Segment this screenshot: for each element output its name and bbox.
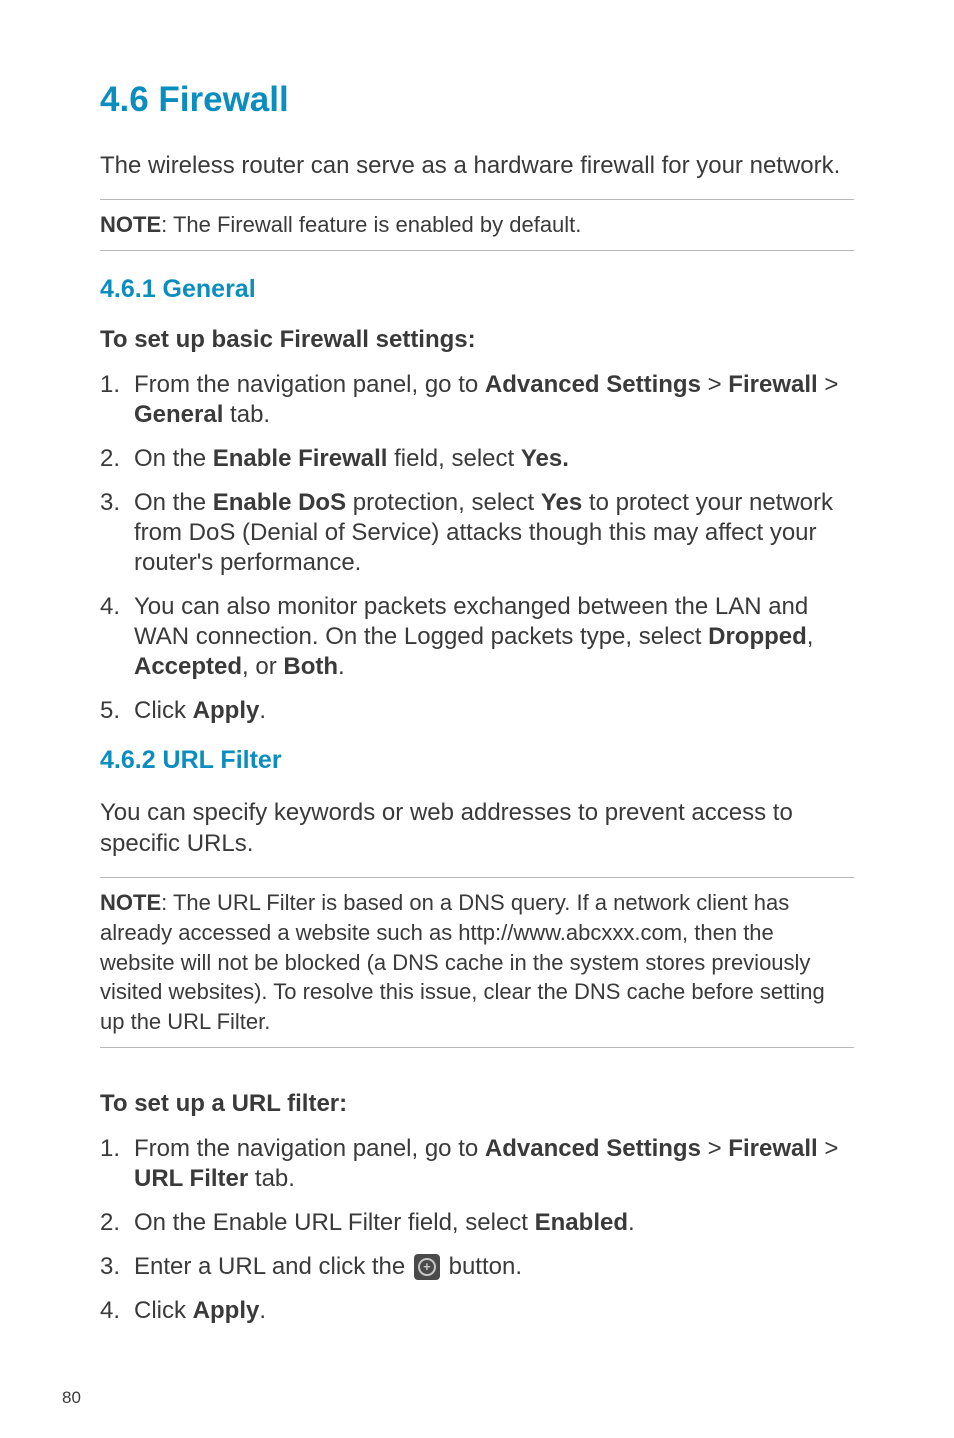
- text: .: [338, 653, 345, 680]
- bold-text: Yes.: [521, 445, 569, 472]
- text: .: [628, 1209, 635, 1236]
- step-4: You can also monitor packets exchanged b…: [100, 592, 854, 682]
- text: .: [259, 1297, 266, 1324]
- note-text: : The Firewall feature is enabled by def…: [161, 212, 581, 237]
- bold-text: Enable Firewall: [213, 445, 388, 472]
- bold-text: Enable DoS: [213, 489, 346, 516]
- text: On the Enable URL Filter field, select: [134, 1209, 535, 1236]
- text: From the navigation panel, go to: [134, 1135, 485, 1162]
- text: , or: [242, 653, 283, 680]
- bold-text: Apply: [193, 697, 260, 724]
- step-3: On the Enable DoS protection, select Yes…: [100, 488, 854, 578]
- text: On the: [134, 489, 213, 516]
- note-label: NOTE: [100, 890, 161, 915]
- text: tab.: [223, 401, 270, 428]
- bold-text: Both: [283, 653, 338, 680]
- note-label: NOTE: [100, 212, 161, 237]
- step-1: From the navigation panel, go to Advance…: [100, 370, 854, 430]
- section-title: 4.6 Firewall: [100, 80, 854, 120]
- step-4: Click Apply.: [100, 1296, 854, 1326]
- bold-text: Firewall: [728, 371, 817, 398]
- add-icon: [414, 1254, 440, 1280]
- text: >: [818, 1135, 839, 1162]
- bold-text: General: [134, 401, 223, 428]
- step-5: Click Apply.: [100, 696, 854, 726]
- bold-text: Accepted: [134, 653, 242, 680]
- page-number: 80: [62, 1388, 81, 1408]
- step-2: On the Enable URL Filter field, select E…: [100, 1208, 854, 1238]
- setup-heading-462: To set up a URL filter:: [100, 1090, 854, 1118]
- steps-462: From the navigation panel, go to Advance…: [100, 1134, 854, 1326]
- subsection-462-title: 4.6.2 URL Filter: [100, 746, 854, 775]
- bold-text: Firewall: [728, 1135, 817, 1162]
- text: On the: [134, 445, 213, 472]
- text: Enter a URL and click the: [134, 1253, 412, 1280]
- bold-text: Apply: [193, 1297, 260, 1324]
- step-2: On the Enable Firewall field, select Yes…: [100, 444, 854, 474]
- intro-462: You can specify keywords or web addresse…: [100, 797, 854, 859]
- text: tab.: [248, 1165, 295, 1192]
- note-block-urlfilter: NOTE: The URL Filter is based on a DNS q…: [100, 877, 854, 1047]
- bold-text: URL Filter: [134, 1165, 248, 1192]
- bold-text: Advanced Settings: [485, 371, 701, 398]
- text: .: [259, 697, 266, 724]
- step-3: Enter a URL and click the button.: [100, 1252, 854, 1282]
- text: >: [818, 371, 839, 398]
- text: From the navigation panel, go to: [134, 371, 485, 398]
- bold-text: Enabled: [535, 1209, 628, 1236]
- intro-text: The wireless router can serve as a hardw…: [100, 150, 854, 181]
- steps-461: From the navigation panel, go to Advance…: [100, 370, 854, 726]
- note-text: : The URL Filter is based on a DNS query…: [100, 890, 825, 1034]
- bold-text: Dropped: [708, 623, 807, 650]
- subsection-461-title: 4.6.1 General: [100, 275, 854, 304]
- text: ,: [807, 623, 814, 650]
- text: protection, select: [346, 489, 541, 516]
- text: Click: [134, 697, 193, 724]
- text: button.: [442, 1253, 522, 1280]
- note-block-firewall: NOTE: The Firewall feature is enabled by…: [100, 199, 854, 251]
- text: field, select: [387, 445, 520, 472]
- bold-text: Advanced Settings: [485, 1135, 701, 1162]
- text: >: [701, 1135, 728, 1162]
- step-1: From the navigation panel, go to Advance…: [100, 1134, 854, 1194]
- text: Click: [134, 1297, 193, 1324]
- bold-text: Yes: [541, 489, 582, 516]
- setup-heading-461: To set up basic Firewall settings:: [100, 326, 854, 354]
- text: >: [701, 371, 728, 398]
